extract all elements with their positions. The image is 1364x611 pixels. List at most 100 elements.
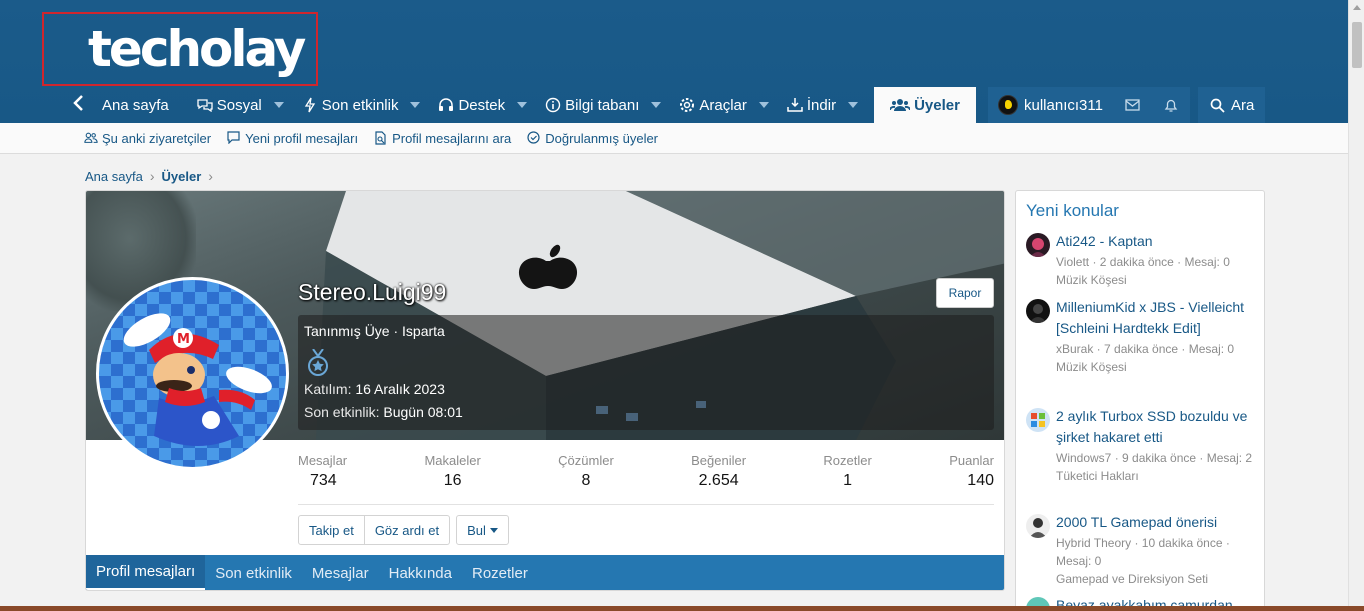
site-logo[interactable]: techolay [88, 20, 306, 78]
thread-avatar[interactable] [1026, 233, 1050, 257]
joined-row: Katılım: 16 Aralık 2023 [304, 381, 445, 397]
nav-tools-dropdown[interactable] [753, 87, 775, 123]
stat-label: Rozetler [823, 453, 872, 468]
thread-forum[interactable]: Müzik Köşesi [1056, 358, 1256, 376]
comments-icon [197, 97, 213, 113]
thread-forum[interactable]: Gamepad ve Direksiyon Seti [1056, 570, 1256, 588]
find-dropdown-button[interactable]: Bul [456, 515, 509, 545]
chevron-left-icon[interactable] [72, 92, 84, 118]
breadcrumb-current[interactable]: Üyeler [162, 169, 202, 184]
envelope-icon[interactable] [1125, 99, 1140, 111]
tab-profile-posts[interactable]: Profil mesajları [86, 555, 206, 590]
nav-download-dropdown[interactable] [842, 87, 864, 123]
subnav-current-visitors[interactable]: Şu anki ziyaretçiler [84, 131, 211, 146]
nav-social-dropdown[interactable] [268, 87, 290, 123]
thread-meta: Hybrid Theory · 10 dakika önce · Mesaj: … [1056, 536, 1230, 568]
thread-title[interactable]: 2 aylık Turbox SSD bozuldu ve şirket hak… [1056, 406, 1256, 448]
taskbar-edge [0, 606, 1364, 611]
thread-title[interactable]: 2000 TL Gamepad önerisi [1056, 512, 1256, 533]
bell-icon[interactable] [1164, 98, 1178, 113]
subnav-verified-members[interactable]: Doğrulanmış üyeler [527, 131, 658, 146]
nav-activity-dropdown[interactable] [404, 87, 426, 123]
search-label: Ara [1231, 96, 1255, 114]
nav-social-label: Sosyal [216, 96, 262, 114]
stat-likes[interactable]: Beğeniler 2.654 [691, 453, 746, 490]
stat-articles[interactable]: Makaleler 16 [424, 453, 480, 490]
site-header: techolay Ana sayfa Sosyal Son etkinlik D… [0, 0, 1348, 123]
headset-icon [438, 97, 454, 113]
report-button[interactable]: Rapor [936, 278, 994, 308]
profile-stats: Mesajlar 734 Makaleler 16 Çözümler 8 Beğ… [298, 453, 994, 490]
subnav-search-profile-posts-label: Profil mesajlarını ara [392, 130, 512, 146]
username[interactable]: kullanıcı311 [1024, 97, 1103, 114]
svg-text:M: M [177, 332, 190, 347]
sub-nav: Şu anki ziyaretçiler Yeni profil mesajla… [0, 123, 1348, 154]
follow-button[interactable]: Takip et [298, 515, 365, 545]
nav-home[interactable]: Ana sayfa [96, 87, 191, 123]
sidebar-new-threads: Yeni konular Ati242 - Kaptan Violett · 2… [1015, 190, 1265, 611]
subnav-new-profile-posts-label: Yeni profil mesajları [245, 130, 359, 146]
thread-item: 2 aylık Turbox SSD bozuldu ve şirket hak… [1026, 406, 1256, 485]
thread-meta: Violett · 2 dakika önce · Mesaj: 0 [1056, 255, 1230, 269]
profile-card: Stereo.Luigi99 Rapor Tanınmış Üye · Ispa… [85, 190, 1005, 591]
thread-item: MilleniumKid x JBS - Vielleicht [Schlein… [1026, 297, 1256, 376]
main-nav: Ana sayfa Sosyal Son etkinlik Destek Bil… [72, 87, 976, 123]
search-icon [1210, 98, 1225, 113]
nav-knowledge-base[interactable]: Bilgi tabanı [539, 87, 645, 123]
profile-title-line: Tanınmış Üye · Isparta [304, 323, 445, 339]
breadcrumb: Ana sayfa › Üyeler › [85, 168, 220, 184]
nav-social[interactable]: Sosyal [191, 87, 268, 123]
nav-support-dropdown[interactable] [511, 87, 533, 123]
stat-solutions[interactable]: Çözümler 8 [558, 453, 614, 490]
thread-avatar[interactable] [1026, 299, 1050, 323]
thread-meta: Windows7 · 9 dakika önce · Mesaj: 2 [1056, 451, 1253, 465]
nav-activity-label: Son etkinlik [321, 96, 399, 114]
nav-support-label: Destek [458, 96, 506, 114]
tab-badges[interactable]: Rozetler [462, 555, 538, 590]
logo-highlight-box[interactable]: techolay [42, 12, 318, 86]
thread-title[interactable]: Ati242 - Kaptan [1056, 231, 1256, 252]
tab-latest-activity[interactable]: Son etkinlik [205, 555, 302, 590]
search-button[interactable]: Ara [1198, 87, 1265, 123]
gear-icon [679, 97, 695, 113]
subnav-new-profile-posts[interactable]: Yeni profil mesajları [227, 131, 358, 146]
nav-knowledge-base-dropdown[interactable] [645, 87, 667, 123]
nav-members[interactable]: Üyeler [874, 87, 976, 123]
info-circle-icon [545, 97, 561, 113]
last-activity-value: Bugün 08:01 [383, 404, 463, 420]
thread-avatar[interactable] [1026, 408, 1050, 432]
nav-knowledge-base-label: Bilgi tabanı [565, 96, 640, 114]
profile-avatar[interactable]: M [96, 277, 289, 470]
subnav-search-profile-posts[interactable]: Profil mesajlarını ara [374, 131, 511, 146]
medal-icon[interactable] [306, 348, 330, 382]
thread-forum[interactable]: Tüketici Hakları [1056, 467, 1256, 485]
nav-download[interactable]: İndir [781, 87, 842, 123]
ignore-button[interactable]: Göz ardı et [364, 515, 451, 545]
stat-value: 16 [443, 472, 462, 489]
nav-activity[interactable]: Son etkinlik [296, 87, 405, 123]
breadcrumb-home[interactable]: Ana sayfa [85, 169, 143, 184]
profile-tabs: Profil mesajları Son etkinlik Mesajlar H… [86, 555, 1004, 590]
chevron-right-icon: › [149, 168, 155, 184]
user-menu[interactable]: kullanıcı311 [988, 87, 1190, 123]
tab-about[interactable]: Hakkında [379, 555, 462, 590]
profile-info-box: Tanınmış Üye · Isparta Katılım: 16 Aralı… [298, 315, 994, 430]
thread-avatar[interactable] [1026, 514, 1050, 538]
profile-actions: Takip et Göz ardı et Bul [298, 515, 509, 545]
stat-badges[interactable]: Rozetler 1 [823, 453, 871, 490]
scroll-up-arrow-icon[interactable] [1353, 5, 1361, 10]
sidebar-title[interactable]: Yeni konular [1026, 201, 1119, 221]
tab-messages[interactable]: Mesajlar [302, 555, 379, 590]
stat-messages[interactable]: Mesajlar 734 [298, 453, 347, 490]
joined-label: Katılım: [304, 381, 352, 397]
nav-tools[interactable]: Araçlar [673, 87, 753, 123]
thread-forum[interactable]: Müzik Köşesi [1056, 271, 1256, 289]
stats-divider [298, 504, 994, 505]
thread-title[interactable]: MilleniumKid x JBS - Vielleicht [Schlein… [1056, 297, 1256, 339]
nav-support[interactable]: Destek [432, 87, 511, 123]
stat-label: Beğeniler [691, 453, 747, 468]
user-avatar[interactable] [998, 95, 1018, 115]
scrollbar-thumb[interactable] [1352, 22, 1362, 68]
stat-points[interactable]: Puanlar 140 [949, 453, 994, 490]
page-scrollbar[interactable] [1348, 0, 1364, 611]
